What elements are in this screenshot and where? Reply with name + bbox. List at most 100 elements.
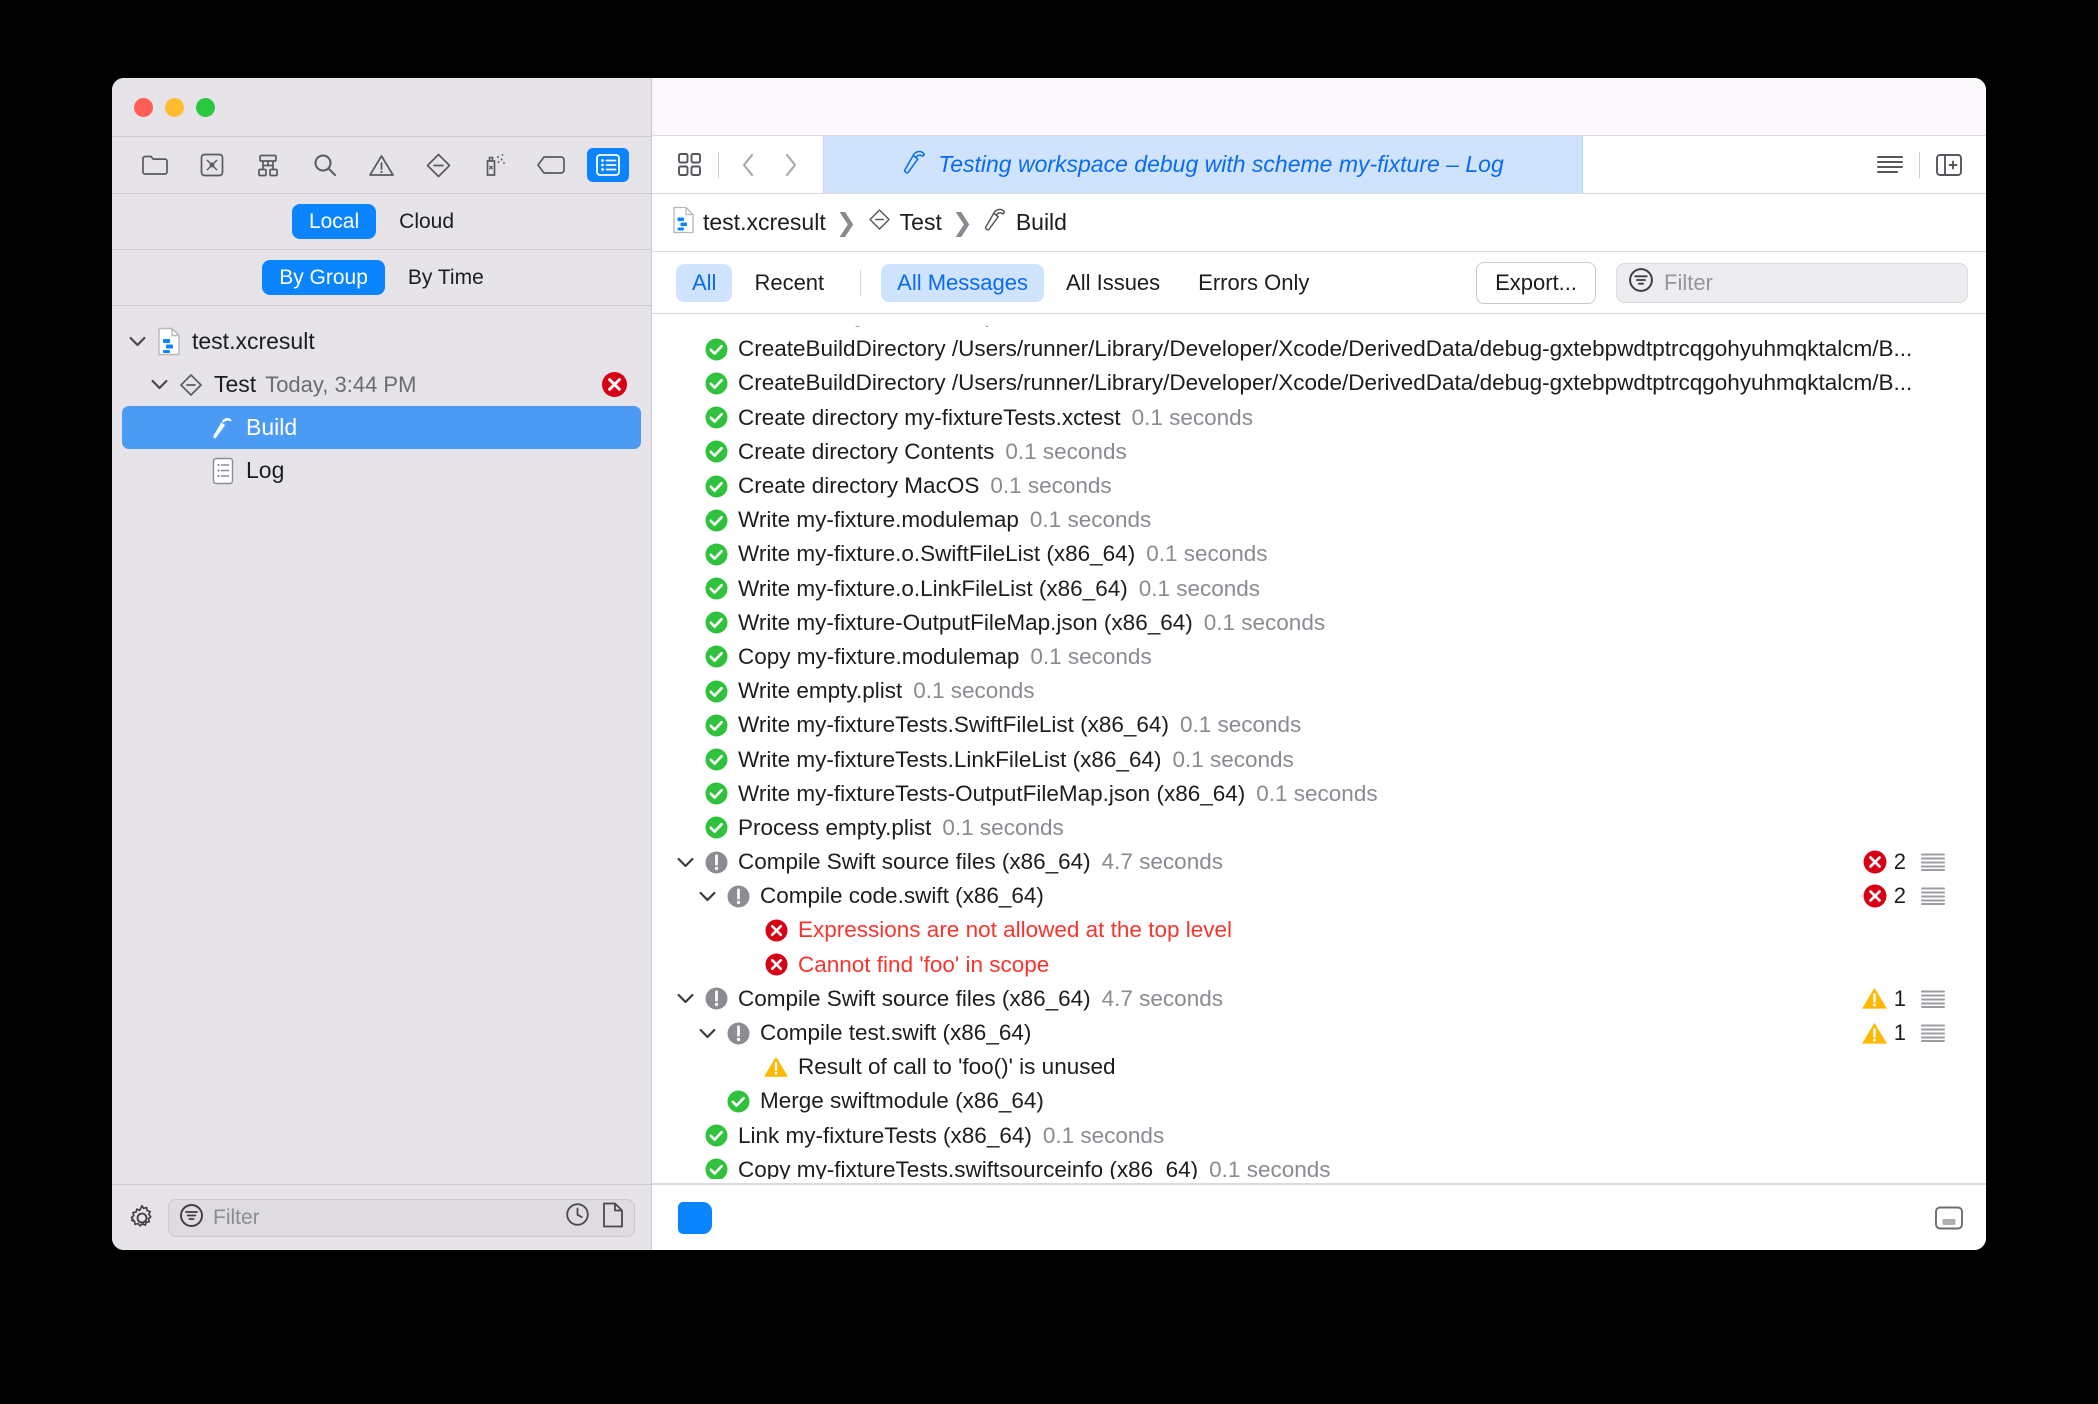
minimize-window-button[interactable] [165, 98, 184, 117]
log-row[interactable]: Process empty.plist0.1 seconds [670, 811, 1986, 845]
log-row[interactable]: Result of call to 'foo()' is unused [670, 1050, 1986, 1084]
breadcrumb-label: Build [1016, 209, 1067, 236]
tree-item-build[interactable]: Build [122, 406, 641, 449]
gear-icon[interactable] [128, 1204, 156, 1232]
log-row[interactable]: Create directory MacOS0.1 seconds [670, 469, 1986, 503]
tab-grid-icon[interactable] [670, 146, 708, 184]
document-icon[interactable] [602, 1202, 624, 1233]
chevron-left-icon[interactable] [729, 146, 767, 184]
log-row[interactable]: Write my-fixture.modulemap0.1 seconds [670, 503, 1986, 537]
filter-errors-only[interactable]: Errors Only [1182, 264, 1325, 302]
log-row[interactable]: Compile Swift source files (x86_64)4.7 s… [670, 982, 1986, 1016]
log-filter-field[interactable]: Filter [1616, 263, 1968, 303]
log-row[interactable]: Compile test.swift (x86_64)1 [670, 1016, 1986, 1050]
info-status-icon [700, 850, 732, 875]
chevron-right-icon[interactable] [771, 146, 809, 184]
source-control-icon[interactable] [191, 148, 233, 182]
success-status-icon [700, 474, 732, 499]
tag-icon[interactable] [530, 148, 572, 182]
test-diamond-icon[interactable] [417, 148, 459, 182]
debug-spray-icon[interactable] [474, 148, 516, 182]
search-icon[interactable] [304, 148, 346, 182]
expand-log-lines-icon[interactable] [1920, 886, 1946, 906]
expand-log-lines-icon[interactable] [1920, 1023, 1946, 1043]
success-status-icon [700, 644, 732, 669]
tree-item-label: Log [246, 457, 284, 484]
chevron-down-icon[interactable] [670, 993, 700, 1004]
warning-count-badge: 1 [1861, 1020, 1906, 1046]
navigator-toggle[interactable] [678, 1202, 712, 1234]
chevron-down-icon[interactable] [144, 379, 174, 390]
log-row[interactable]: Create directory my-fixtureTests.xctest0… [670, 401, 1986, 435]
success-status-icon [700, 542, 732, 567]
expand-log-lines-icon[interactable] [1920, 989, 1946, 1009]
log-row[interactable]: Write my-fixture.o.SwiftFileList (x86_64… [670, 537, 1986, 571]
folder-icon[interactable] [134, 148, 176, 182]
error-status-icon [760, 952, 792, 977]
tree-item-xcresult[interactable]: test.xcresult [122, 320, 641, 363]
log-row-duration: 4.7 seconds [1102, 849, 1223, 875]
chevron-down-icon[interactable] [670, 857, 700, 868]
build-log-list[interactable]: Constructing build descriptionCreateBuil… [652, 314, 1986, 1184]
log-row[interactable]: Create directory Contents0.1 seconds [670, 435, 1986, 469]
breadcrumb-item-test[interactable]: Test [867, 207, 942, 238]
tab-bar-left-controls [652, 136, 823, 193]
expand-log-lines-icon[interactable] [1920, 852, 1946, 872]
log-row[interactable]: Expressions are not allowed at the top l… [670, 913, 1986, 947]
log-row[interactable]: Write my-fixtureTests.SwiftFileList (x86… [670, 708, 1986, 742]
log-row[interactable]: Write my-fixture-OutputFileMap.json (x86… [670, 606, 1986, 640]
filter-all[interactable]: All [676, 264, 732, 302]
breadcrumb-item-build[interactable]: Build [983, 207, 1067, 238]
log-row-text: Write my-fixtureTests.LinkFileList (x86_… [738, 747, 1161, 773]
filter-icon[interactable] [1628, 267, 1654, 298]
success-status-icon [700, 371, 732, 396]
chevron-down-icon[interactable] [692, 891, 722, 902]
log-row[interactable]: Compile Swift source files (x86_64)4.7 s… [670, 845, 1986, 879]
sidebar-filter-field[interactable]: Filter [168, 1199, 635, 1237]
clock-icon[interactable] [565, 1202, 590, 1233]
chevron-down-icon[interactable] [122, 336, 152, 347]
log-row[interactable]: Cannot find 'foo' in scope [670, 948, 1986, 982]
source-segment: Local Cloud [112, 194, 651, 249]
warning-triangle-icon[interactable] [361, 148, 403, 182]
zoom-window-button[interactable] [196, 98, 215, 117]
tree-item-label: test.xcresult [192, 328, 315, 355]
log-row[interactable]: CreateBuildDirectory /Users/runner/Libra… [670, 332, 1986, 366]
hierarchy-icon[interactable] [247, 148, 289, 182]
tree-item-timestamp: Today, 3:44 PM [265, 372, 416, 398]
report-list-icon[interactable] [587, 148, 629, 182]
filter-icon[interactable] [179, 1203, 204, 1233]
log-row-text: Process empty.plist [738, 815, 931, 841]
log-row[interactable]: Write my-fixtureTests.LinkFileList (x86_… [670, 742, 1986, 776]
tree-item-log[interactable]: Log [122, 449, 641, 492]
export-button[interactable]: Export... [1476, 262, 1596, 304]
log-row[interactable]: CreateBuildDirectory /Users/runner/Libra… [670, 366, 1986, 400]
log-row[interactable]: Write empty.plist0.1 seconds [670, 674, 1986, 708]
log-row[interactable]: Link my-fixtureTests (x86_64)0.1 seconds [670, 1119, 1986, 1153]
filter-recent[interactable]: Recent [738, 264, 840, 302]
filter-all-messages[interactable]: All Messages [881, 264, 1044, 302]
filter-all-issues[interactable]: All Issues [1050, 264, 1176, 302]
log-row[interactable]: Copy my-fixture.modulemap0.1 seconds [670, 640, 1986, 674]
segment-local[interactable]: Local [292, 204, 376, 239]
tree-item-test[interactable]: Test Today, 3:44 PM [122, 363, 641, 406]
log-row[interactable]: Write my-fixture.o.LinkFileList (x86_64)… [670, 572, 1986, 606]
segment-by-group[interactable]: By Group [262, 260, 385, 295]
log-row[interactable]: Merge swiftmodule (x86_64) [670, 1084, 1986, 1118]
xcresult-document-icon [152, 327, 186, 356]
inspector-panel-icon[interactable] [1930, 146, 1968, 184]
text-lines-icon[interactable] [1871, 146, 1909, 184]
chevron-down-icon[interactable] [692, 1028, 722, 1039]
log-row[interactable]: Compile code.swift (x86_64)2 [670, 879, 1986, 913]
bottom-panel-icon[interactable] [1934, 1205, 1964, 1231]
breadcrumb-label: test.xcresult [703, 209, 826, 236]
log-row[interactable]: Write my-fixtureTests-OutputFileMap.json… [670, 777, 1986, 811]
chevron-right-icon: ❯ [949, 208, 976, 238]
log-row-trailing: 1 [1861, 986, 1986, 1012]
segment-by-time[interactable]: By Time [391, 260, 501, 295]
close-window-button[interactable] [134, 98, 153, 117]
tab-testing-log[interactable]: Testing workspace debug with scheme my-f… [823, 136, 1583, 193]
segment-cloud[interactable]: Cloud [382, 204, 471, 239]
breadcrumb-item-xcresult[interactable]: test.xcresult [672, 206, 826, 240]
main-editor-area: Testing workspace debug with scheme my-f… [652, 78, 1986, 1250]
